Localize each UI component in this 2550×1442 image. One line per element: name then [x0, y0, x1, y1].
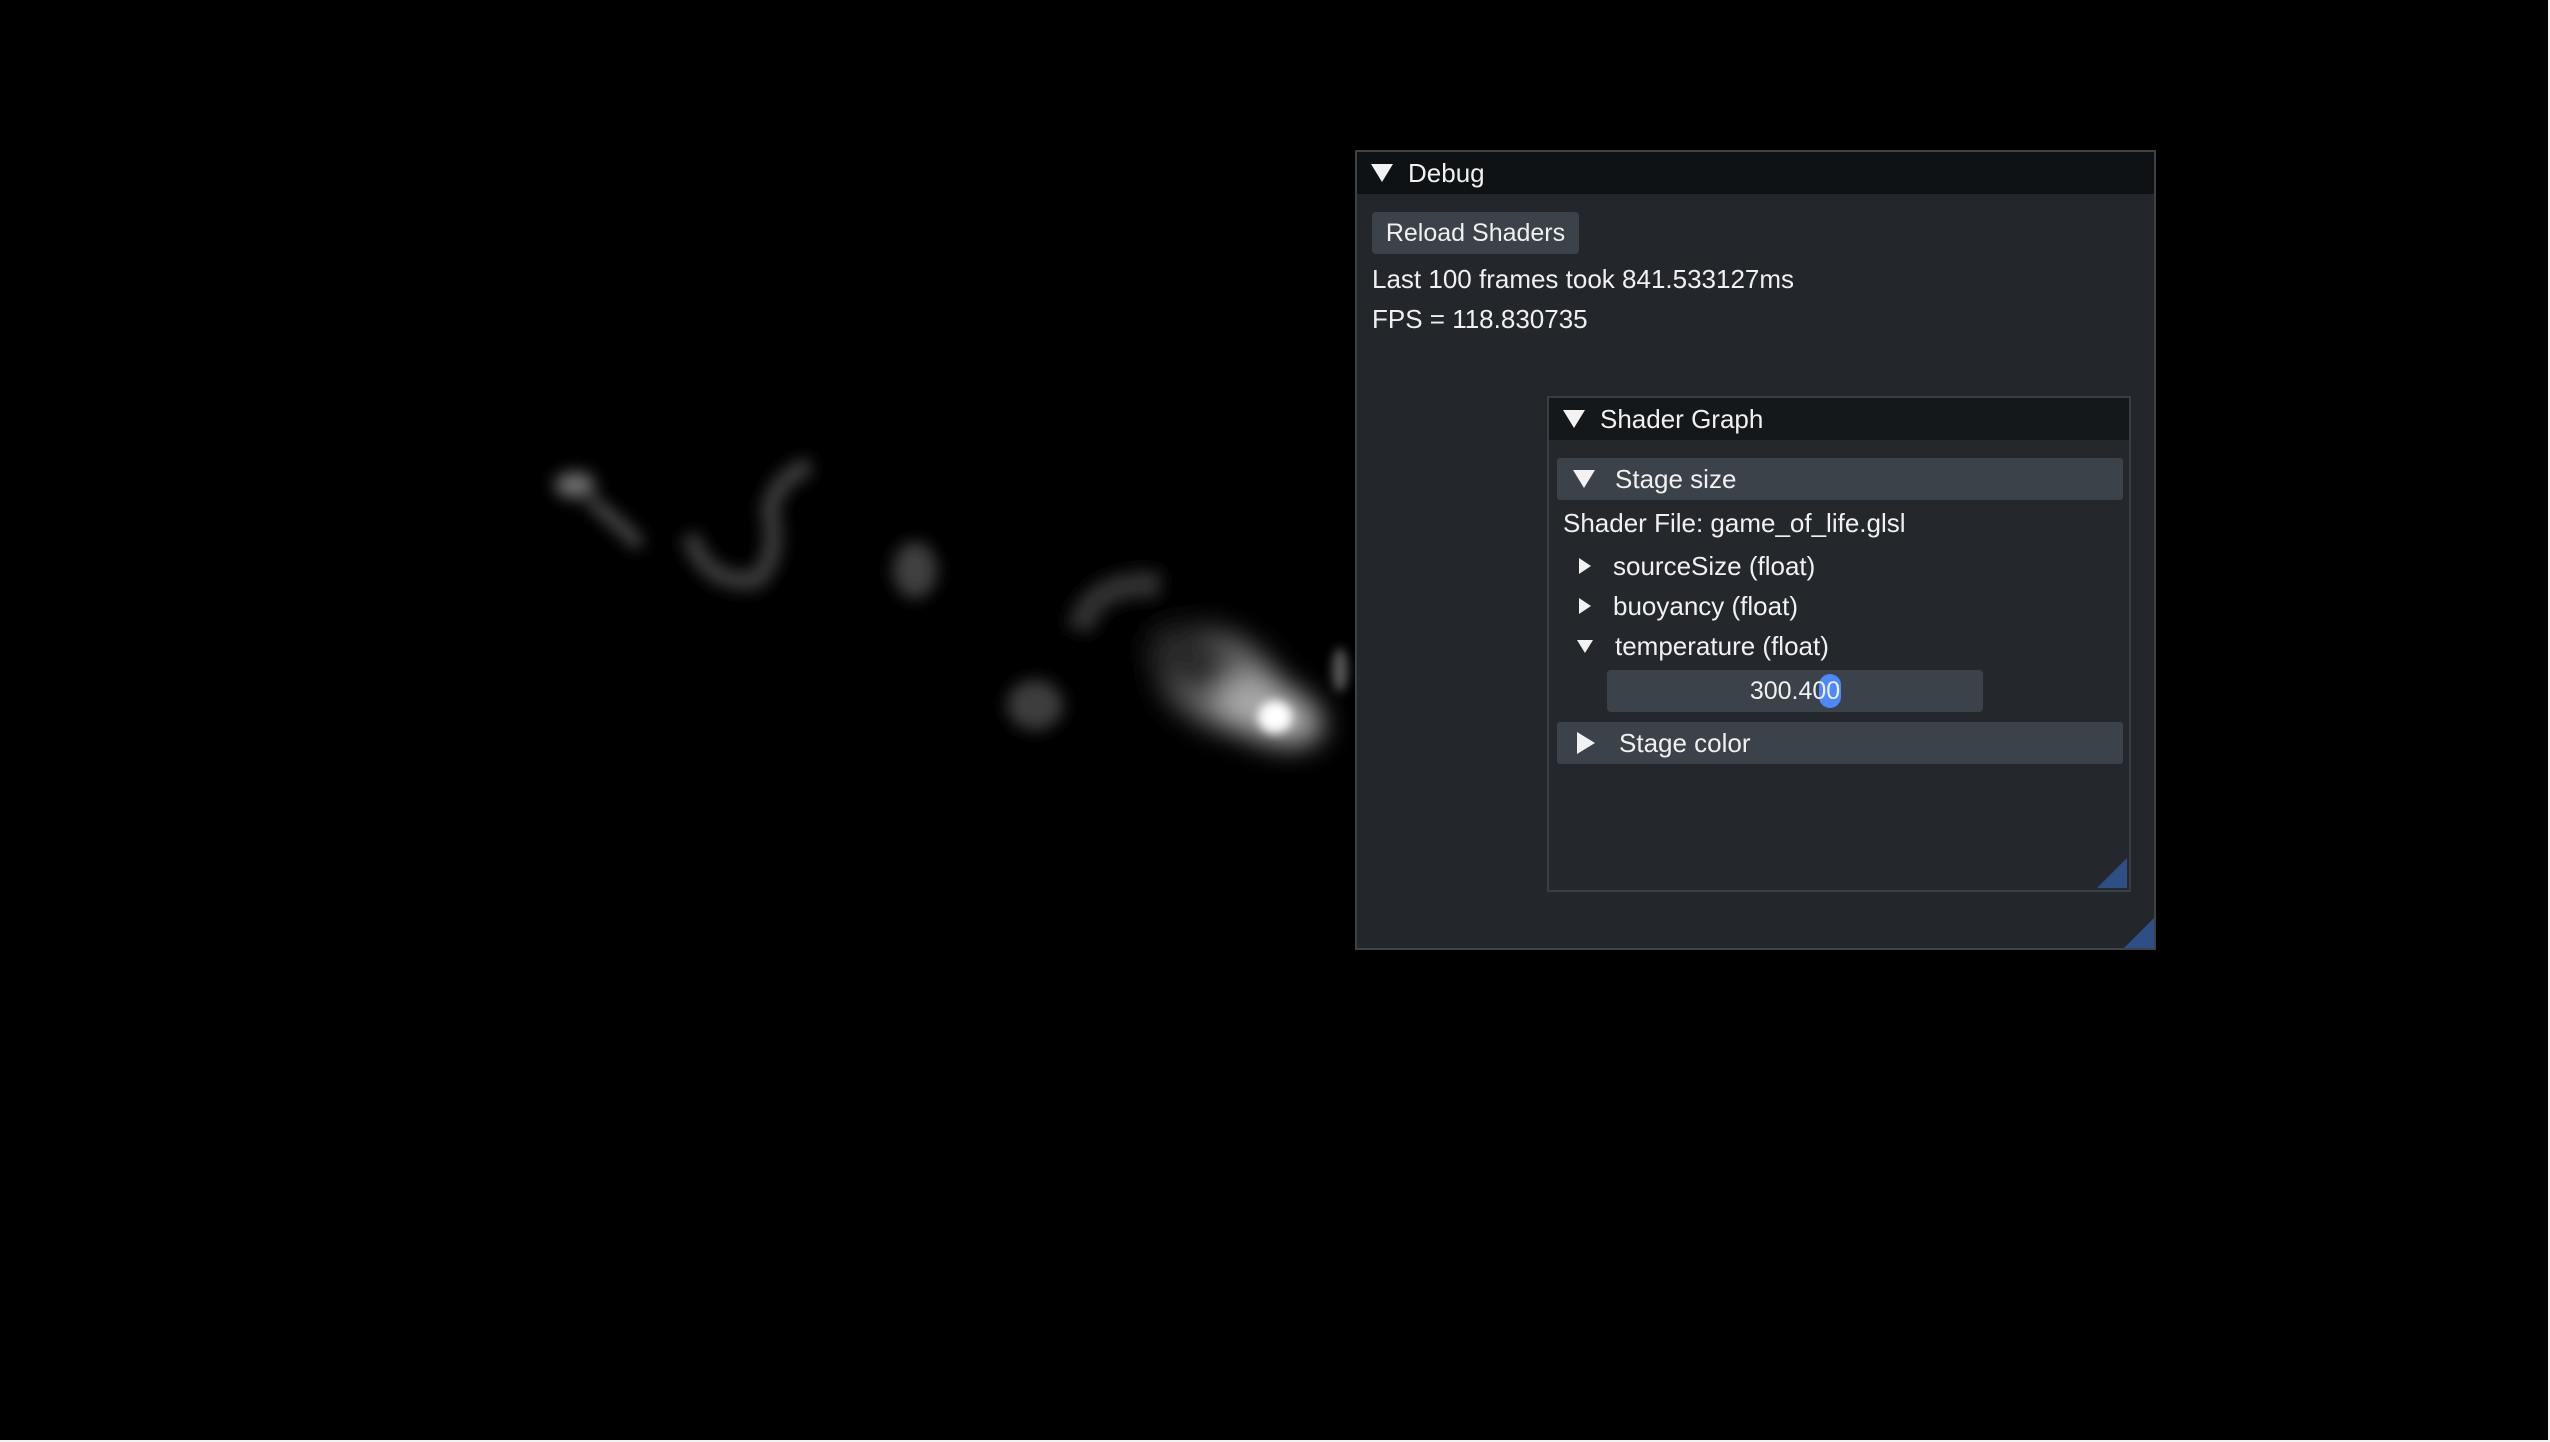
collapsed-triangle-icon	[1577, 732, 1595, 754]
temperature-slider[interactable]: 300.400	[1607, 670, 1983, 712]
stage-color-header[interactable]: Stage color	[1557, 722, 2123, 764]
smoke-simulation-render	[555, 456, 1348, 746]
shader-graph-window[interactable]: Shader Graph Stage size Shader File: gam…	[1547, 396, 2131, 892]
uniform-label: temperature (float)	[1615, 630, 1829, 661]
shader-graph-title: Shader Graph	[1600, 403, 1764, 434]
uniform-buoyancy-node[interactable]: buoyancy (float)	[1579, 588, 1798, 624]
stage-color-label: Stage color	[1619, 727, 1751, 758]
debug-title-bar[interactable]: Debug	[1357, 152, 2154, 194]
uniform-sourcesize-node[interactable]: sourceSize (float)	[1579, 548, 1815, 584]
stage-size-label: Stage size	[1615, 463, 1737, 494]
expanded-triangle-icon	[1573, 470, 1595, 488]
shader-graph-resize-grip[interactable]	[2097, 858, 2127, 888]
uniform-label: buoyancy (float)	[1613, 590, 1798, 621]
reload-shaders-button[interactable]: Reload Shaders	[1372, 212, 1579, 254]
expanded-arrow-icon	[1577, 639, 1593, 653]
temperature-value: 300.400	[1749, 676, 1841, 705]
shader-graph-title-bar[interactable]: Shader Graph	[1549, 398, 2129, 440]
shader-file-text: Shader File: game_of_life.glsl	[1563, 508, 1906, 538]
debug-window[interactable]: Debug Reload Shaders Last 100 frames too…	[1355, 150, 2156, 950]
uniform-label: sourceSize (float)	[1613, 550, 1816, 581]
collapsed-arrow-icon	[1579, 558, 1591, 574]
debug-window-title: Debug	[1408, 157, 1485, 188]
collapse-triangle-icon[interactable]	[1371, 164, 1393, 182]
stage-size-header[interactable]: Stage size	[1557, 458, 2123, 500]
debug-resize-grip[interactable]	[2124, 918, 2154, 948]
simulation-viewport[interactable]	[0, 0, 2548, 1440]
uniform-temperature-node[interactable]: temperature (float)	[1577, 628, 1829, 664]
frame-time-text: Last 100 frames took 841.533127ms	[1372, 264, 1795, 294]
collapse-triangle-icon[interactable]	[1563, 410, 1585, 428]
fps-text: FPS = 118.830735	[1372, 304, 1588, 334]
collapsed-arrow-icon	[1579, 598, 1591, 614]
